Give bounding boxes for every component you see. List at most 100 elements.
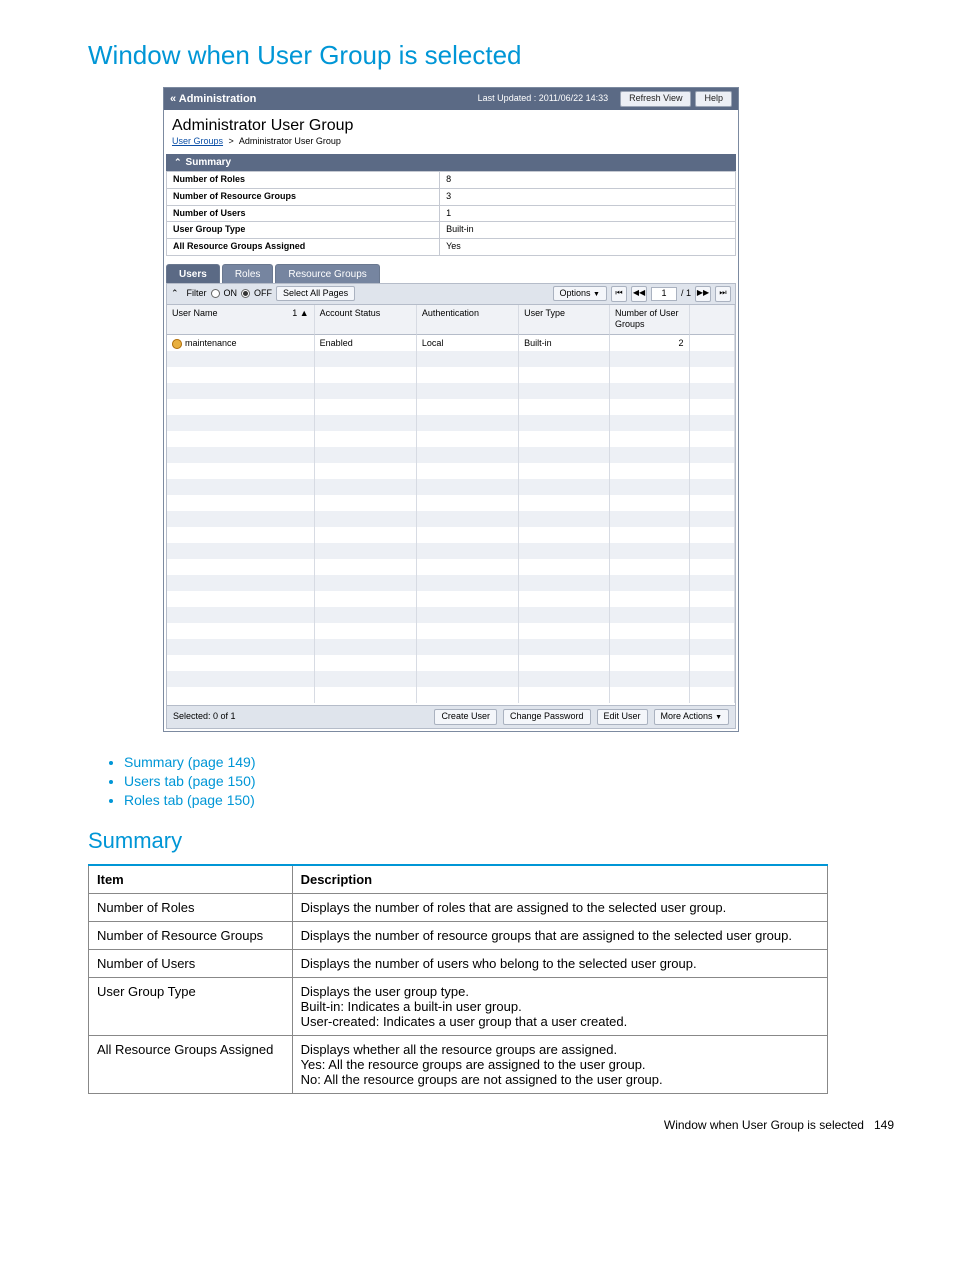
table-row bbox=[167, 623, 735, 639]
list-item: Summary (page 149) bbox=[124, 754, 894, 770]
users-grid: User Name 1 ▲ Account Status Authenticat… bbox=[166, 305, 736, 706]
summary-value: 3 bbox=[440, 188, 736, 205]
column-header-user-name[interactable]: User Name 1 ▲ bbox=[167, 305, 315, 335]
collapse-icon: ⌃ bbox=[171, 288, 179, 300]
list-item: Roles tab (page 150) bbox=[124, 792, 894, 808]
doc-table-description: Displays the number of users who belong … bbox=[292, 949, 827, 977]
tab-strip: Users Roles Resource Groups bbox=[164, 264, 738, 283]
tab-roles[interactable]: Roles bbox=[222, 264, 274, 283]
doc-link-summary[interactable]: Summary (page 149) bbox=[124, 754, 256, 770]
summary-value: 8 bbox=[440, 172, 736, 189]
column-header-authentication[interactable]: Authentication bbox=[417, 305, 519, 335]
breadcrumb-link-user-groups[interactable]: User Groups bbox=[172, 136, 223, 146]
column-header-num-groups[interactable]: Number of User Groups bbox=[610, 305, 690, 335]
user-icon bbox=[172, 339, 182, 349]
tab-resource-groups[interactable]: Resource Groups bbox=[275, 264, 379, 283]
table-row bbox=[167, 415, 735, 431]
sort-indicator: 1 ▲ bbox=[292, 308, 308, 320]
page-footer-label: Window when User Group is selected bbox=[664, 1118, 864, 1132]
table-row bbox=[167, 607, 735, 623]
grid-header-row: User Name 1 ▲ Account Status Authenticat… bbox=[167, 305, 735, 335]
pager-current-input[interactable]: 1 bbox=[651, 287, 677, 301]
table-row bbox=[167, 511, 735, 527]
table-row bbox=[167, 687, 735, 703]
select-all-pages-button[interactable]: Select All Pages bbox=[276, 286, 355, 302]
table-row: User Group Type Displays the user group … bbox=[89, 977, 828, 1035]
breadcrumb-current: Administrator User Group bbox=[239, 136, 341, 146]
refresh-view-button[interactable]: Refresh View bbox=[620, 91, 691, 107]
table-row: All Resource Groups Assigned Displays wh… bbox=[89, 1035, 828, 1093]
doc-table-head-description: Description bbox=[292, 865, 827, 894]
more-actions-button[interactable]: More Actions ▼ bbox=[654, 709, 729, 725]
column-header-spacer bbox=[690, 305, 735, 335]
filter-off-label: OFF bbox=[254, 288, 272, 300]
filter-on-radio[interactable] bbox=[211, 289, 220, 298]
summary-label: Number of Resource Groups bbox=[167, 188, 440, 205]
doc-table-item: User Group Type bbox=[89, 977, 293, 1035]
grid-footer: Selected: 0 of 1 Create User Change Pass… bbox=[166, 706, 736, 729]
summary-label: All Resource Groups Assigned bbox=[167, 238, 440, 255]
table-row bbox=[167, 431, 735, 447]
filter-label: Filter bbox=[187, 288, 207, 300]
cell-user-name: maintenance bbox=[185, 338, 237, 348]
grid-body: maintenance Enabled Local Built-in 2 bbox=[167, 335, 735, 705]
edit-user-button[interactable]: Edit User bbox=[597, 709, 648, 725]
table-row bbox=[167, 463, 735, 479]
titlebar-title: « Administration bbox=[170, 92, 478, 106]
table-row: Number of Roles Displays the number of r… bbox=[89, 893, 828, 921]
pager-prev-button[interactable]: ◀◀ bbox=[631, 286, 647, 302]
options-button[interactable]: Options ▼ bbox=[553, 286, 607, 302]
chevron-down-icon: ▼ bbox=[593, 291, 600, 298]
summary-header-label: Summary bbox=[186, 157, 232, 168]
table-row: Number of Resource Groups Displays the n… bbox=[89, 921, 828, 949]
doc-table-head-item: Item bbox=[89, 865, 293, 894]
table-row bbox=[167, 591, 735, 607]
help-button[interactable]: Help bbox=[695, 91, 732, 107]
selected-count-text: Selected: 0 of 1 bbox=[173, 711, 236, 723]
table-row bbox=[167, 383, 735, 399]
list-item: Users tab (page 150) bbox=[124, 773, 894, 789]
table-row: Number of Users Displays the number of u… bbox=[89, 949, 828, 977]
table-row[interactable]: maintenance Enabled Local Built-in 2 bbox=[167, 335, 735, 351]
summary-value: 1 bbox=[440, 205, 736, 222]
table-row bbox=[167, 447, 735, 463]
filter-off-radio[interactable] bbox=[241, 289, 250, 298]
column-header-account-status[interactable]: Account Status bbox=[315, 305, 417, 335]
pager-next-button[interactable]: ▶▶ bbox=[695, 286, 711, 302]
doc-table-item: Number of Users bbox=[89, 949, 293, 977]
table-row bbox=[167, 671, 735, 687]
col-label: User Name bbox=[172, 308, 218, 318]
doc-table-description: Displays the number of roles that are as… bbox=[292, 893, 827, 921]
doc-table-item: All Resource Groups Assigned bbox=[89, 1035, 293, 1093]
cell-user-type: Built-in bbox=[519, 335, 610, 351]
summary-header[interactable]: ⌃ Summary bbox=[166, 154, 736, 171]
doc-table-item: Number of Roles bbox=[89, 893, 293, 921]
breadcrumb: User Groups > Administrator User Group bbox=[164, 136, 738, 154]
page-number: 149 bbox=[874, 1118, 894, 1132]
doc-link-users-tab[interactable]: Users tab (page 150) bbox=[124, 773, 256, 789]
pager-last-button[interactable]: ⏭ bbox=[715, 286, 731, 302]
app-screenshot: « Administration Last Updated : 2011/06/… bbox=[163, 87, 739, 732]
page-footer: Window when User Group is selected 149 bbox=[88, 1118, 894, 1132]
tab-users[interactable]: Users bbox=[166, 264, 220, 283]
doc-table-description: Displays whether all the resource groups… bbox=[292, 1035, 827, 1093]
table-row bbox=[167, 543, 735, 559]
collapse-icon: ⌃ bbox=[174, 157, 182, 169]
create-user-button[interactable]: Create User bbox=[434, 709, 497, 725]
cell-num-groups: 2 bbox=[610, 335, 690, 351]
summary-value: Built-in bbox=[440, 222, 736, 239]
table-row bbox=[167, 399, 735, 415]
table-row bbox=[167, 479, 735, 495]
filter-on-label: ON bbox=[224, 288, 238, 300]
table-row bbox=[167, 575, 735, 591]
change-password-button[interactable]: Change Password bbox=[503, 709, 591, 725]
doc-table-description: Displays the number of resource groups t… bbox=[292, 921, 827, 949]
table-row bbox=[167, 655, 735, 671]
filter-bar: ⌃ Filter ON OFF Select All Pages Options… bbox=[166, 283, 736, 305]
summary-table: Number of Roles8 Number of Resource Grou… bbox=[166, 171, 736, 255]
column-header-user-type[interactable]: User Type bbox=[519, 305, 610, 335]
pager-first-button[interactable]: ⏮ bbox=[611, 286, 627, 302]
doc-link-roles-tab[interactable]: Roles tab (page 150) bbox=[124, 792, 255, 808]
last-updated-text: Last Updated : 2011/06/22 14:33 bbox=[478, 93, 608, 105]
cell-authentication: Local bbox=[417, 335, 519, 351]
